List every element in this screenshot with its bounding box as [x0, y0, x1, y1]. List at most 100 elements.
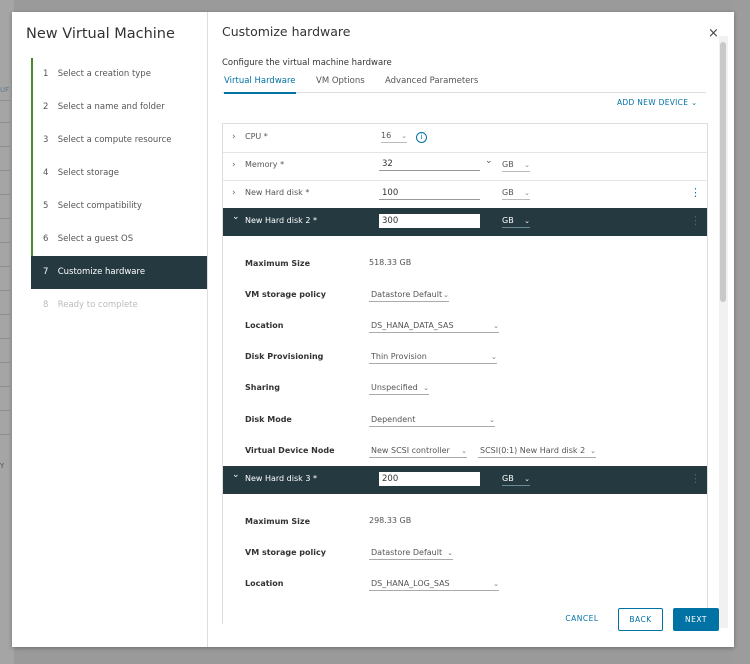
- wizard-title: New Virtual Machine: [26, 26, 175, 42]
- disk-mode-select[interactable]: Dependent ⌄: [369, 414, 495, 427]
- disk-provisioning-value: Thin Provision: [371, 352, 427, 361]
- disk2-size-input[interactable]: 300: [379, 214, 480, 228]
- chevron-down-icon: ⌄: [493, 580, 499, 588]
- disk3-label: New Hard disk 3 *: [245, 474, 317, 483]
- chevron-down-icon[interactable]: ⌄: [485, 156, 493, 166]
- disk-provisioning-label: Disk Provisioning: [245, 352, 324, 361]
- hardware-row-disk2: ⌄ New Hard disk 2 * 300 GB ⌄ ⋮: [223, 208, 707, 236]
- disk2-unit-label: GB: [502, 216, 514, 225]
- wizard-sidebar: New Virtual Machine 1 Select a creation …: [12, 12, 208, 647]
- memory-unit-select[interactable]: GB ⌄: [502, 159, 530, 172]
- step-compute-resource[interactable]: 3 Select a compute resource: [31, 124, 207, 157]
- storage-policy-select[interactable]: Datastore Default ⌄: [369, 547, 453, 560]
- close-icon[interactable]: ×: [708, 26, 719, 41]
- more-actions-icon[interactable]: ⋮: [690, 214, 701, 227]
- hardware-row-disk1: › New Hard disk * 100 GB ⌄ ⋮: [223, 180, 707, 209]
- scsi-slot-value: SCSI(0:1) New Hard disk 2: [480, 446, 586, 455]
- step-compatibility[interactable]: 5 Select compatibility: [31, 190, 207, 223]
- location-label: Location: [245, 321, 284, 330]
- disk3-unit-select[interactable]: GB ⌄: [502, 473, 530, 486]
- step-number: 8: [43, 300, 49, 310]
- step-label: Customize hardware: [57, 267, 146, 277]
- storage-policy-select[interactable]: Datastore Default ⌄: [369, 289, 449, 302]
- location-value: DS_HANA_LOG_SAS: [371, 579, 450, 588]
- memory-unit-label: GB: [502, 160, 514, 169]
- cancel-button[interactable]: CANCEL: [562, 608, 602, 629]
- sharing-select[interactable]: Unspecified ⌄: [369, 382, 429, 395]
- step-number: 1: [43, 69, 49, 79]
- max-size-value: 298.33 GB: [369, 516, 412, 525]
- location-value: DS_HANA_DATA_SAS: [371, 321, 454, 330]
- disk1-size-input[interactable]: 100: [379, 187, 480, 200]
- disk2-details: Maximum Size 518.33 GB VM storage policy…: [223, 236, 707, 466]
- disk1-unit-select[interactable]: GB ⌄: [502, 187, 530, 200]
- disk2-label: New Hard disk 2 *: [245, 216, 317, 225]
- chevron-down-icon: ⌄: [447, 549, 453, 557]
- step-ready-to-complete: 8 Ready to complete: [31, 289, 207, 322]
- hardware-row-memory: › Memory * 32 ⌄ GB ⌄: [223, 152, 707, 181]
- chevron-down-icon: ⌄: [461, 447, 467, 455]
- chevron-right-icon[interactable]: ›: [232, 132, 236, 142]
- chevron-down-icon: ⌄: [493, 322, 499, 330]
- chevron-down-icon: ⌄: [690, 98, 698, 107]
- tab-advanced-parameters[interactable]: Advanced Parameters: [385, 76, 478, 92]
- step-guest-os[interactable]: 6 Select a guest OS: [31, 223, 207, 256]
- hardware-row-cpu: › CPU * 16 ⌄ i: [223, 124, 707, 153]
- hardware-row-disk3: ⌄ New Hard disk 3 * 200 GB ⌄ ⋮: [223, 466, 707, 494]
- chevron-down-icon: ⌄: [524, 189, 530, 197]
- chevron-right-icon[interactable]: ›: [232, 160, 236, 170]
- chevron-down-icon: ⌄: [590, 447, 596, 455]
- storage-policy-value: Datastore Default: [371, 290, 443, 299]
- cpu-select[interactable]: 16 ⌄: [381, 130, 407, 143]
- page-title: Customize hardware: [222, 24, 351, 39]
- chevron-down-icon: ⌄: [491, 353, 497, 361]
- step-label: Select a compute resource: [57, 135, 172, 145]
- chevron-down-icon[interactable]: ⌄: [232, 470, 240, 480]
- step-creation-type[interactable]: 1 Select a creation type: [31, 58, 207, 91]
- step-number: 7: [43, 267, 49, 277]
- step-storage[interactable]: 4 Select storage: [31, 157, 207, 190]
- location-label: Location: [245, 579, 284, 588]
- next-button[interactable]: NEXT: [673, 608, 719, 631]
- step-customize-hardware[interactable]: 7 Customize hardware: [31, 256, 207, 289]
- location-select[interactable]: DS_HANA_LOG_SAS ⌄: [369, 578, 499, 591]
- step-label: Select a guest OS: [57, 234, 134, 244]
- max-size-label: Maximum Size: [245, 259, 310, 268]
- storage-policy-label: VM storage policy: [245, 548, 326, 557]
- scrollbar-thumb[interactable]: [720, 42, 726, 302]
- step-number: 2: [43, 102, 49, 112]
- disk-mode-value: Dependent: [371, 415, 416, 424]
- step-label: Select a creation type: [57, 69, 151, 79]
- disk-mode-label: Disk Mode: [245, 415, 292, 424]
- virtual-device-node-label: Virtual Device Node: [245, 446, 335, 455]
- chevron-down-icon: ⌄: [401, 132, 407, 140]
- chevron-right-icon[interactable]: ›: [232, 188, 236, 198]
- back-button[interactable]: BACK: [618, 608, 663, 631]
- tab-virtual-hardware[interactable]: Virtual Hardware: [224, 76, 296, 94]
- tab-vm-options[interactable]: VM Options: [316, 76, 365, 92]
- wizard-steps: 1 Select a creation type 2 Select a name…: [31, 58, 207, 322]
- more-actions-icon[interactable]: ⋮: [690, 472, 701, 485]
- location-select[interactable]: DS_HANA_DATA_SAS ⌄: [369, 320, 499, 333]
- memory-input[interactable]: 32: [379, 158, 480, 171]
- chevron-down-icon[interactable]: ⌄: [232, 212, 240, 222]
- info-icon[interactable]: i: [416, 132, 427, 143]
- step-label: Select storage: [57, 168, 119, 178]
- scsi-controller-select[interactable]: New SCSI controller ⌄: [369, 445, 467, 458]
- step-label: Ready to complete: [57, 300, 138, 310]
- step-number: 3: [43, 135, 49, 145]
- disk3-size-input[interactable]: 200: [379, 472, 480, 486]
- scsi-slot-select[interactable]: SCSI(0:1) New Hard disk 2 ⌄: [478, 445, 596, 458]
- disk-provisioning-select[interactable]: Thin Provision ⌄: [369, 351, 497, 364]
- add-new-device-button[interactable]: ADD NEW DEVICE ⌄: [617, 98, 698, 107]
- disk1-label: New Hard disk *: [245, 188, 310, 197]
- step-number: 4: [43, 168, 49, 178]
- step-name-folder[interactable]: 2 Select a name and folder: [31, 91, 207, 124]
- cpu-label: CPU *: [245, 132, 268, 141]
- more-actions-icon[interactable]: ⋮: [690, 186, 701, 199]
- memory-label: Memory *: [245, 160, 285, 169]
- storage-policy-label: VM storage policy: [245, 290, 326, 299]
- disk2-unit-select[interactable]: GB ⌄: [502, 215, 530, 228]
- sharing-label: Sharing: [245, 383, 280, 392]
- max-size-value: 518.33 GB: [369, 258, 412, 267]
